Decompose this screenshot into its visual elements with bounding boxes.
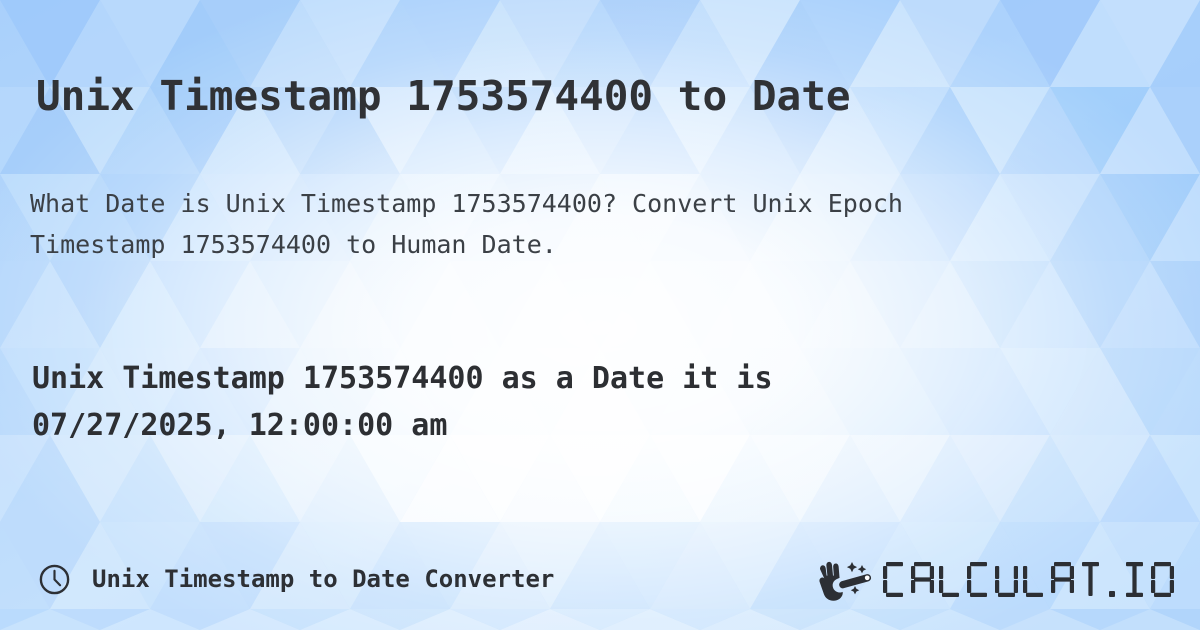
result-text: Unix Timestamp 1753574400 as a Date it i…: [32, 355, 1152, 449]
footer-converter-label-group: Unix Timestamp to Date Converter: [38, 548, 554, 610]
brand-name-lcd: [882, 561, 1178, 598]
og-card: Unix Timestamp 1753574400 to Date What D…: [0, 0, 1200, 630]
result-line-1: Unix Timestamp 1753574400 as a Date it i…: [32, 361, 773, 396]
brand-letter-o: [1150, 561, 1175, 598]
description-text: What Date is Unix Timestamp 1753574400? …: [30, 183, 1150, 265]
brand-letter-c1: [882, 561, 907, 598]
brand-letter-a1: [910, 561, 935, 598]
content-area: Unix Timestamp 1753574400 to Date What D…: [0, 0, 1200, 630]
brand-logo[interactable]: [816, 548, 1178, 610]
brand-letter-l1: [938, 561, 963, 598]
magic-wand-hand-icon: [819, 561, 872, 601]
description-line-2: Timestamp 1753574400 to Human Date.: [30, 230, 557, 259]
brand-letter-i: [1122, 561, 1147, 598]
brand-letter-c2: [966, 561, 991, 598]
footer-label: Unix Timestamp to Date Converter: [92, 565, 555, 593]
brand-letter-u: [994, 561, 1019, 598]
brand-letter-t: [1078, 561, 1103, 598]
page-title: Unix Timestamp 1753574400 to Date: [36, 72, 851, 121]
clock-icon: [39, 564, 70, 594]
brand-letter-a2: [1050, 561, 1075, 598]
result-line-2: 07/27/2025, 12:00:00 am: [32, 408, 448, 443]
description-line-1: What Date is Unix Timestamp 1753574400? …: [30, 189, 903, 218]
brand-letter-l2: [1022, 561, 1047, 598]
footer: Unix Timestamp to Date Converter: [0, 548, 1200, 610]
brand-letter-dot: [1106, 561, 1119, 598]
